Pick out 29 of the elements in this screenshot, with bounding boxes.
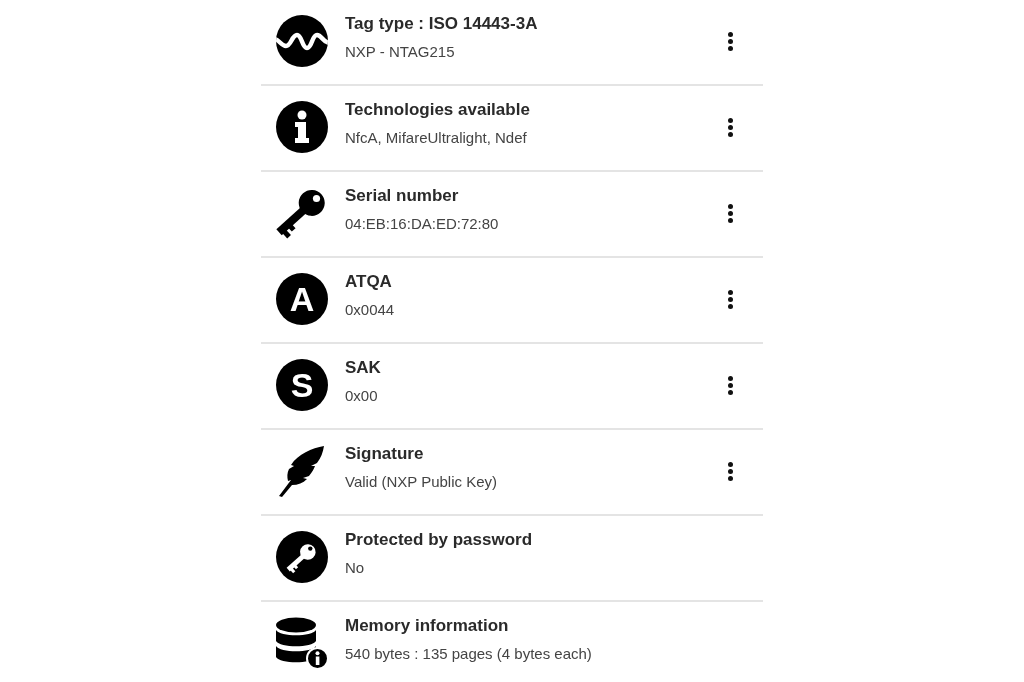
item-value: No xyxy=(345,558,366,578)
item-value: NXP - NTAG215 xyxy=(345,42,456,62)
three-dots-icon xyxy=(727,117,733,137)
waveform-icon xyxy=(276,15,328,67)
item-value: 0x0044 xyxy=(345,300,395,320)
key-icon xyxy=(276,187,328,239)
letter-icon: A xyxy=(276,273,328,325)
three-dots-icon xyxy=(727,289,733,309)
item-title: Tag type : ISO 14443-3A xyxy=(345,13,538,35)
key-circle-icon xyxy=(276,531,328,583)
item-value: NfcA, MifareUltralight, Ndef xyxy=(345,128,528,148)
item-title: Protected by password xyxy=(345,529,533,551)
item-title: SAK xyxy=(345,357,381,379)
item-title: Technologies available xyxy=(345,99,530,121)
item-value: 0x00 xyxy=(345,386,379,406)
three-dots-icon xyxy=(727,203,733,223)
item-value: 04:EB:16:DA:ED:72:80 xyxy=(345,214,499,234)
item-value: 540 bytes : 135 pages (4 bytes each) xyxy=(345,644,592,664)
three-dots-icon xyxy=(727,375,733,395)
letter-icon: S xyxy=(276,359,328,411)
three-dots-icon xyxy=(727,461,733,481)
info-icon xyxy=(276,101,328,153)
three-dots-icon xyxy=(727,31,733,51)
item-title: Signature xyxy=(345,443,425,465)
item-value: Valid (NXP Public Key) xyxy=(345,472,497,492)
item-title: ATQA xyxy=(345,271,393,293)
item-title: Serial number xyxy=(345,185,460,207)
item-title: Memory information xyxy=(345,615,510,637)
database-info-icon xyxy=(276,617,328,669)
